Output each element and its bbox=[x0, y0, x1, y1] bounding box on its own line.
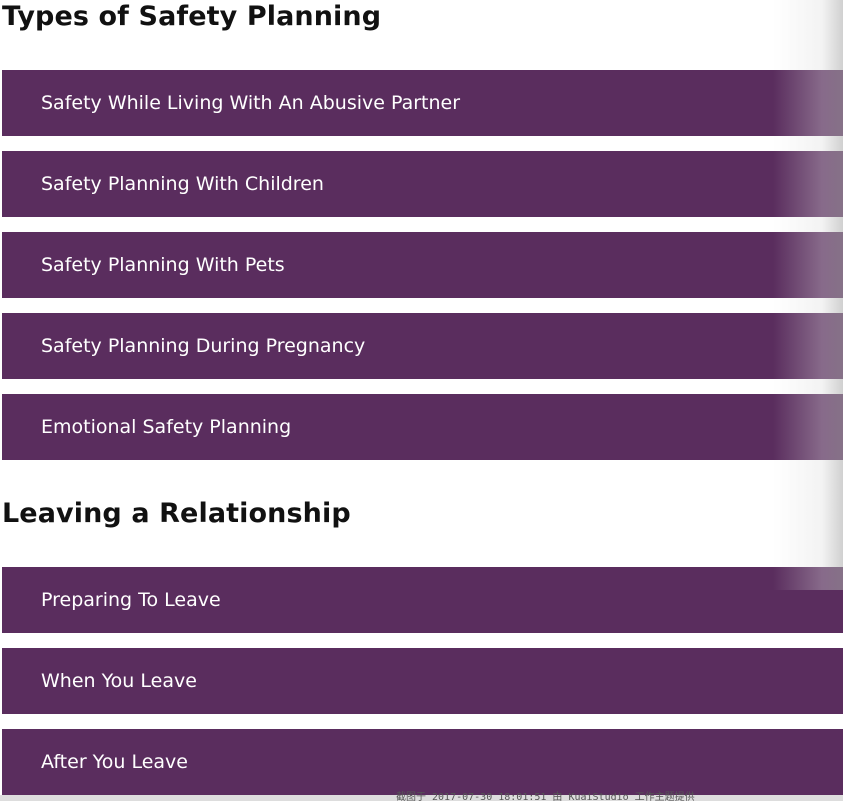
footer-watermark-text: 截图于 2017-07-30 18:01:51 由 KuaiStudio 工作主… bbox=[396, 792, 695, 801]
section-heading-leaving-a-relationship: Leaving a Relationship bbox=[2, 498, 351, 529]
leaving-relationship-accordion: Preparing To Leave When You Leave After … bbox=[2, 567, 843, 801]
accordion-item-during-pregnancy[interactable]: Safety Planning During Pregnancy bbox=[2, 313, 843, 379]
accordion-item-preparing-to-leave[interactable]: Preparing To Leave bbox=[2, 567, 843, 633]
footer-watermark-strip: 截图于 2017-07-30 18:01:51 由 KuaiStudio 工作主… bbox=[0, 792, 843, 801]
accordion-item-with-children[interactable]: Safety Planning With Children bbox=[2, 151, 843, 217]
accordion-item-emotional-safety[interactable]: Emotional Safety Planning bbox=[2, 394, 843, 460]
accordion-item-after-you-leave[interactable]: After You Leave bbox=[2, 729, 843, 795]
section-heading-types-of-safety-planning: Types of Safety Planning bbox=[2, 1, 382, 32]
accordion-item-living-with-abusive-partner[interactable]: Safety While Living With An Abusive Part… bbox=[2, 70, 843, 136]
page-root: Types of Safety Planning Safety While Li… bbox=[0, 0, 843, 801]
safety-planning-accordion: Safety While Living With An Abusive Part… bbox=[2, 70, 843, 475]
accordion-item-when-you-leave[interactable]: When You Leave bbox=[2, 648, 843, 714]
accordion-item-with-pets[interactable]: Safety Planning With Pets bbox=[2, 232, 843, 298]
